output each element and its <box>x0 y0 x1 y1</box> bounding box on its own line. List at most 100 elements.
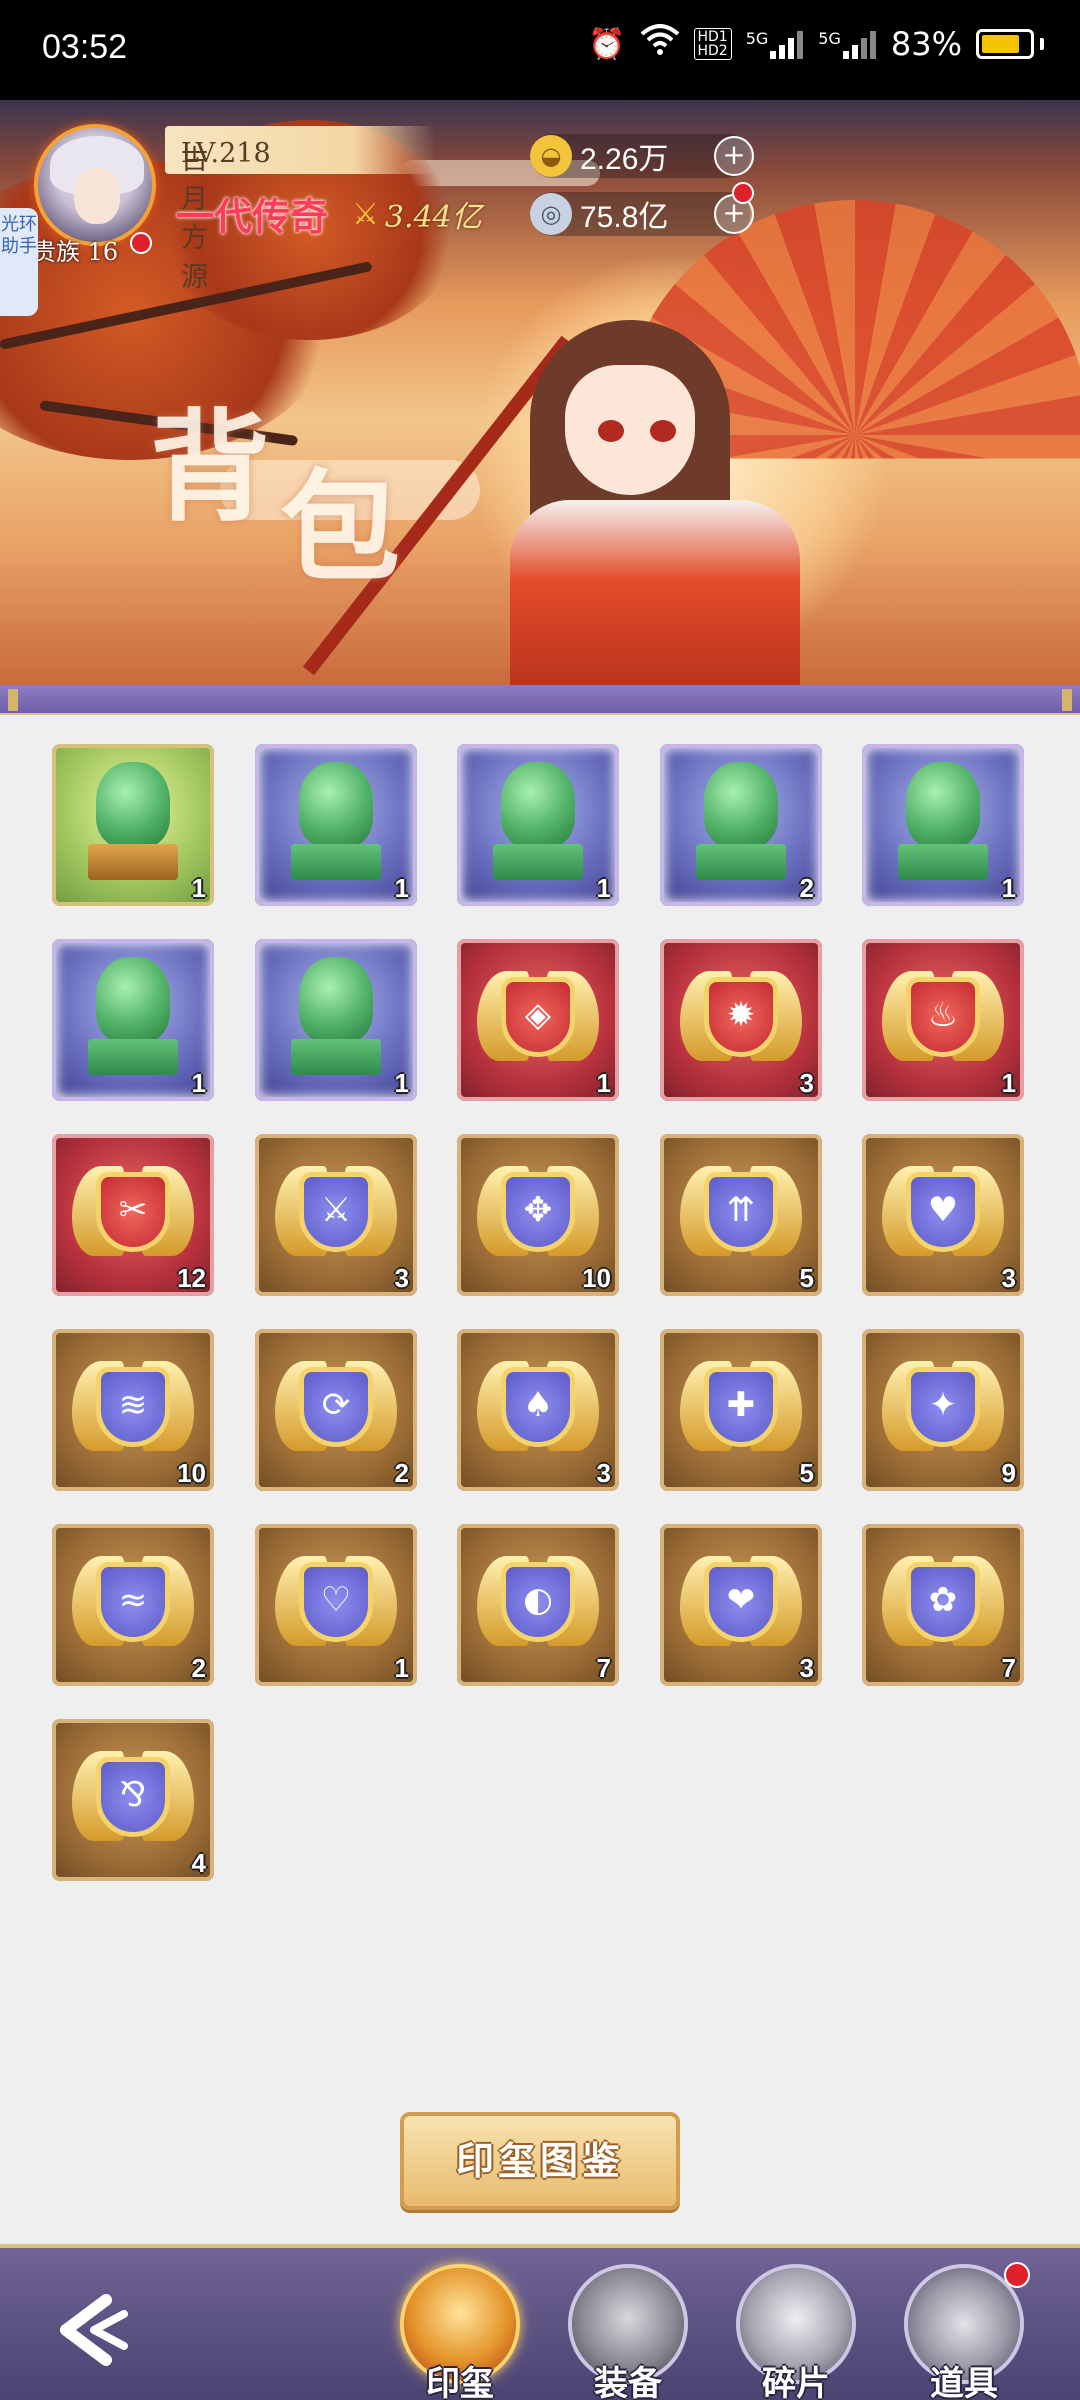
tab-seal[interactable]: 印玺 <box>390 2264 530 2400</box>
seal-medal-item[interactable]: ≋ 10 <box>52 1329 214 1491</box>
item-count: 1 <box>596 1068 611 1098</box>
seal-medal-item[interactable]: ♨ 1 <box>862 939 1024 1101</box>
items-notification-dot <box>1004 2262 1030 2288</box>
hero-eye <box>650 420 676 442</box>
item-frame <box>457 1524 619 1686</box>
tab-items[interactable]: 道具 <box>894 2262 1034 2400</box>
item-count: 3 <box>1001 1263 1016 1293</box>
status-icons: ⏰ HD1 HD2 5G 5G 83% <box>588 24 1044 64</box>
avatar-face <box>74 168 120 224</box>
item-frame <box>862 939 1024 1101</box>
hero-illustration <box>302 200 1080 685</box>
jade-seal-item[interactable]: 1 <box>52 939 214 1101</box>
item-frame <box>255 744 417 906</box>
item-frame <box>52 1719 214 1881</box>
item-count: 1 <box>394 1653 409 1683</box>
wifi-icon <box>640 24 680 64</box>
gold-value: 2.26万 <box>580 143 669 176</box>
hd1-label: HD1 <box>697 29 728 45</box>
seal-medal-item[interactable]: ✥ 10 <box>457 1134 619 1296</box>
item-count: 1 <box>394 873 409 903</box>
seal-medal-item[interactable]: ⟳ 2 <box>255 1329 417 1491</box>
back-button[interactable] <box>46 2290 136 2370</box>
item-count: 7 <box>1001 1653 1016 1683</box>
gold-currency: ◒ 2.26万 + <box>530 134 754 178</box>
seal-medal-item[interactable]: ◈ 1 <box>457 939 619 1101</box>
page-title-char-2: 包 <box>280 457 410 598</box>
seal-medal-item[interactable]: ⇈ 5 <box>660 1134 822 1296</box>
net2-label: 5G <box>818 29 841 48</box>
item-count: 3 <box>394 1263 409 1293</box>
item-count: 3 <box>799 1653 814 1683</box>
hd2-label: HD2 <box>697 43 728 59</box>
item-count: 3 <box>596 1458 611 1488</box>
item-count: 1 <box>1001 1068 1016 1098</box>
coin-icon: ◎ <box>530 193 572 235</box>
jade-seal-item[interactable]: 1 <box>862 744 1024 906</box>
silver-currency: ◎ 75.8亿 + <box>530 192 754 236</box>
item-frame <box>255 1329 417 1491</box>
seal-medal-item[interactable]: ✚ 5 <box>660 1329 822 1491</box>
seal-medal-item[interactable]: ◐ 7 <box>457 1524 619 1686</box>
item-frame <box>660 1134 822 1296</box>
noble-level[interactable]: 贵族 16 <box>32 232 118 267</box>
jade-seal-item[interactable]: 2 <box>660 744 822 906</box>
item-count: 4 <box>191 1848 206 1878</box>
banner-divider <box>0 685 1080 715</box>
jade-seal-item[interactable]: 1 <box>457 744 619 906</box>
item-frame <box>862 1524 1024 1686</box>
crossed-swords-icon: ⚔ <box>352 196 379 232</box>
jade-seal-item[interactable]: 1 <box>255 939 417 1101</box>
bottom-nav: 印玺 装备 碎片 道具 <box>0 2244 1080 2400</box>
seal-medal-item[interactable]: ⅋ 4 <box>52 1719 214 1881</box>
header-banner: 背包 贵族 16 LV.218 古月方源 一代传奇 ⚔ 3.44亿 ◒ 2.26万… <box>0 100 1080 685</box>
hero-eye <box>598 420 624 442</box>
item-frame <box>52 1524 214 1686</box>
item-count: 1 <box>191 1068 206 1098</box>
item-count: 2 <box>394 1458 409 1488</box>
seal-medal-item[interactable]: ❤ 3 <box>660 1524 822 1686</box>
tab-fragments[interactable]: 碎片 <box>726 2264 866 2400</box>
signal-bars-icon <box>842 31 876 59</box>
item-frame <box>862 744 1024 906</box>
seal-medal-item[interactable]: ≈2 <box>52 1524 214 1686</box>
player-level-box: LV.218 古月方源 <box>165 126 435 293</box>
item-frame <box>660 744 822 906</box>
hero-body <box>510 500 800 685</box>
signal-1: 5G <box>746 29 805 59</box>
item-frame <box>660 939 822 1101</box>
item-frame <box>457 939 619 1101</box>
jade-seal-item[interactable]: 1 <box>52 744 214 906</box>
seal-medal-item[interactable]: ♠ 3 <box>457 1329 619 1491</box>
seal-medal-item[interactable]: ♡ 1 <box>255 1524 417 1686</box>
signal-2: 5G <box>818 29 877 59</box>
item-frame <box>862 1134 1024 1296</box>
seal-medal-item[interactable]: ✂ 12 <box>52 1134 214 1296</box>
jade-seal-item[interactable]: 1 <box>255 744 417 906</box>
item-count: 2 <box>191 1653 206 1683</box>
net1-label: 5G <box>745 29 769 48</box>
seal-medal-item[interactable]: ♥ 3 <box>862 1134 1024 1296</box>
hd-icon: HD1 HD2 <box>693 28 732 60</box>
seal-medal-item[interactable]: ✿ 7 <box>862 1524 1024 1686</box>
tab-items-label: 道具 <box>930 2364 998 2400</box>
seal-medal-item[interactable]: ✦ 9 <box>862 1329 1024 1491</box>
combat-power: ⚔ 3.44亿 <box>352 192 482 236</box>
item-frame <box>52 744 214 906</box>
page-title-char-1: 背 <box>150 397 280 538</box>
item-frame <box>457 744 619 906</box>
power-value: 3.44亿 <box>384 200 482 235</box>
item-frame <box>862 1329 1024 1491</box>
seal-codex-button[interactable]: 印玺图鉴 <box>400 2112 680 2210</box>
floating-helper[interactable]: 光环助手 <box>0 208 38 316</box>
seal-medal-item[interactable]: ✹ 3 <box>660 939 822 1101</box>
page-title: 背包 <box>150 370 410 598</box>
item-count: 10 <box>582 1263 611 1293</box>
battery-percent: 83% <box>890 25 962 63</box>
item-frame <box>660 1329 822 1491</box>
seal-medal-item[interactable]: ⚔ 3 <box>255 1134 417 1296</box>
item-count: 1 <box>394 1068 409 1098</box>
tab-equipment[interactable]: 装备 <box>558 2264 698 2400</box>
item-frame <box>52 939 214 1101</box>
add-gold-button[interactable]: + <box>714 136 754 176</box>
